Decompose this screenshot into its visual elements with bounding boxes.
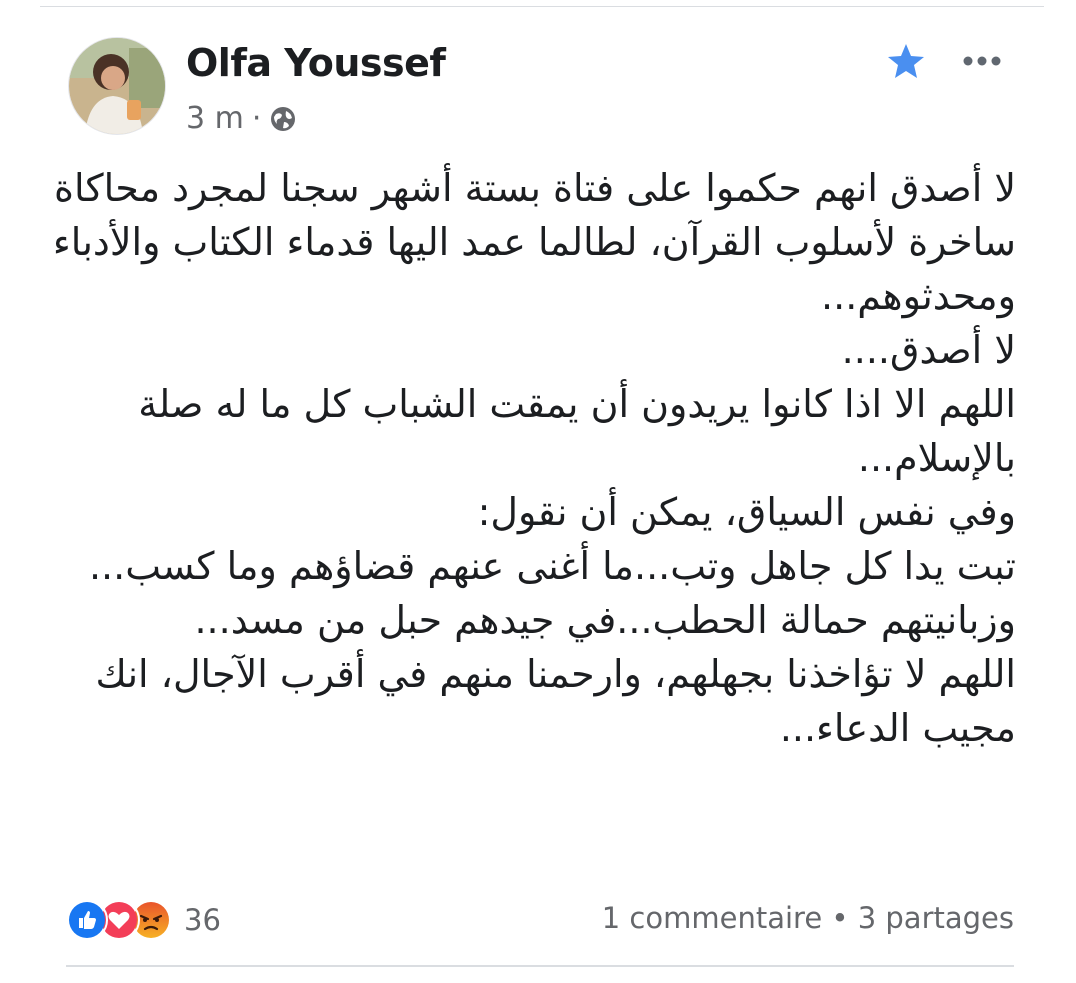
stats-separator: • xyxy=(831,901,849,935)
post-line: اللهم الا اذا كانوا يريدون أن يمقت الشبا… xyxy=(138,382,1016,426)
author-name[interactable]: Olfa Youssef xyxy=(186,41,446,85)
post-line: لا أصدق.... xyxy=(841,328,1016,372)
post-line: لا أصدق انهم حكموا على فتاة بستة أشهر سج… xyxy=(54,166,1016,210)
star-icon[interactable] xyxy=(886,41,926,81)
like-icon xyxy=(66,899,108,941)
shares-link[interactable]: 3 partages xyxy=(858,901,1014,935)
post-line: وفي نفس السياق، يمكن أن نقول: xyxy=(477,490,1016,534)
post-line: وزبانيتهم حمالة الحطب...في جيدهم حبل من … xyxy=(194,598,1016,642)
globe-icon[interactable] xyxy=(269,105,297,133)
comments-link[interactable]: 1 commentaire xyxy=(602,901,822,935)
more-options-icon[interactable] xyxy=(958,43,1006,79)
post-footer: 36 1 commentaire • 3 partages xyxy=(66,891,1014,945)
post-line: ومحدثوهم... xyxy=(821,274,1016,318)
post-line: بالإسلام... xyxy=(857,436,1016,480)
avatar-image xyxy=(69,38,165,134)
post-meta: 3 m · xyxy=(186,101,297,136)
engagement-stats: 1 commentaire • 3 partages xyxy=(602,901,1014,935)
post-line: مجيب الدعاء... xyxy=(779,706,1016,750)
author-avatar[interactable] xyxy=(68,37,166,135)
post-line: ساخرة لأسلوب القرآن، لطالما عمد اليها قد… xyxy=(52,220,1016,264)
footer-divider xyxy=(66,965,1014,967)
post-card: Olfa Youssef 3 m · لا أصدق انهم حكموا عل… xyxy=(40,6,1044,974)
post-line: اللهم لا تؤاخذنا بجهلهم، وارحمنا منهم في… xyxy=(95,652,1016,696)
post-body: لا أصدق انهم حكموا على فتاة بستة أشهر سج… xyxy=(52,161,1016,755)
post-time[interactable]: 3 m xyxy=(186,101,244,136)
meta-separator: · xyxy=(251,101,262,136)
post-header: Olfa Youssef 3 m · xyxy=(68,37,1008,137)
reactions-summary[interactable]: 36 xyxy=(66,899,221,941)
post-line: تبت يدا كل جاهل وتب...ما أغنى عنهم قضاؤه… xyxy=(88,544,1016,588)
reaction-count: 36 xyxy=(184,903,221,937)
